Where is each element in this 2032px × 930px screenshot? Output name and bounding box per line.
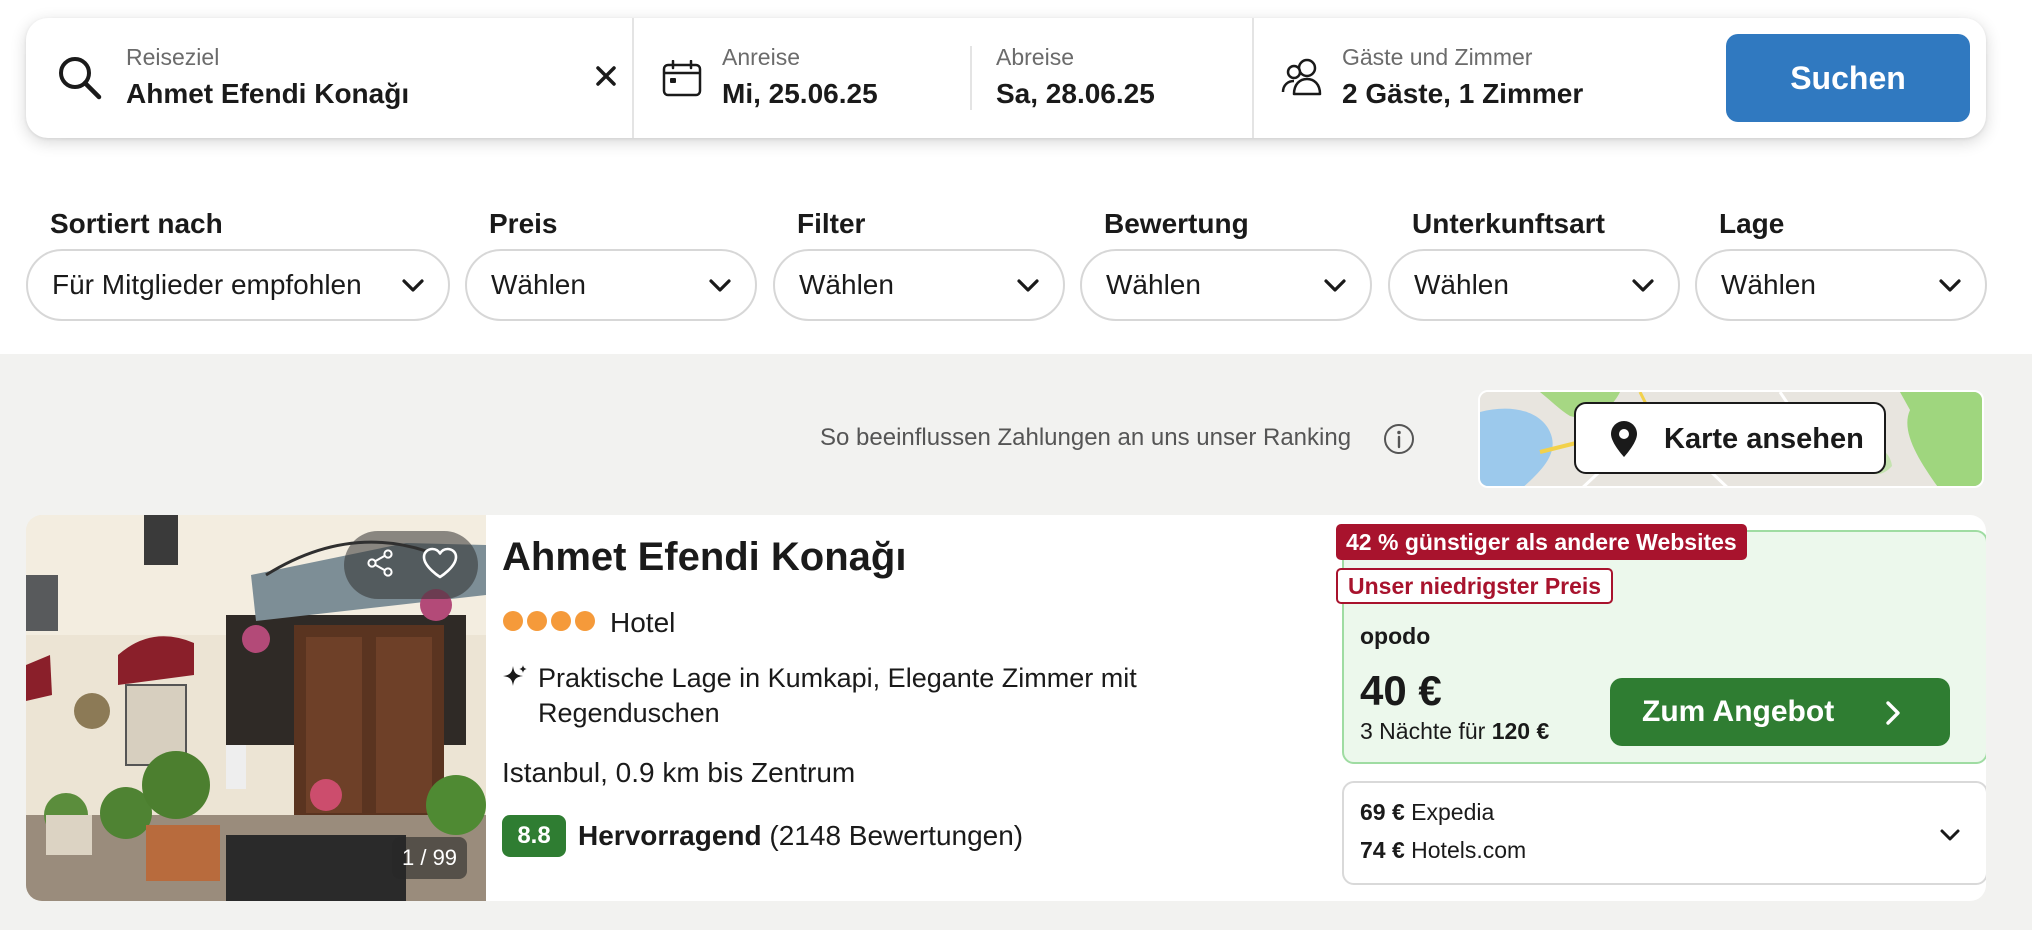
share-button[interactable] xyxy=(356,541,404,589)
filter-select[interactable]: Wählen xyxy=(773,249,1065,321)
star-dot xyxy=(575,611,595,631)
hotel-type: Hotel xyxy=(610,607,676,638)
checkout-value: Sa, 28.06.25 xyxy=(996,78,1155,109)
chevron-down-icon xyxy=(1630,273,1656,306)
checkin-value: Mi, 25.06.25 xyxy=(722,78,878,109)
rating-label: Hervorragend xyxy=(578,820,762,851)
guests-icon xyxy=(1280,56,1326,103)
chevron-down-icon xyxy=(1322,273,1348,306)
heart-icon xyxy=(422,547,458,584)
hotel-highlight: Praktische Lage in Kumkapi, Elegante Zim… xyxy=(538,663,1137,728)
divider xyxy=(1252,18,1254,138)
offer-total: 3 Nächte für 120 € xyxy=(1360,718,1549,745)
close-icon xyxy=(594,64,618,93)
location-filter-select[interactable]: Wählen xyxy=(1695,249,1987,321)
share-icon xyxy=(365,548,395,583)
divider xyxy=(970,46,972,110)
guests-label: Gäste und Zimmer xyxy=(1342,44,1533,70)
location-filter-label: Lage xyxy=(1719,208,1785,239)
chevron-down-icon xyxy=(1937,273,1963,306)
filter-label: Filter xyxy=(797,208,866,239)
favorite-button[interactable] xyxy=(416,541,464,589)
view-map-label: Karte ansehen xyxy=(1664,423,1864,455)
hotel-name[interactable]: Ahmet Efendi Konağı xyxy=(502,535,906,580)
checkin-field[interactable]: Anreise Mi, 25.06.25 xyxy=(722,18,972,138)
offer-total-prefix: 3 Nächte für xyxy=(1360,718,1486,744)
ranking-note: So beeinflussen Zahlungen an uns unser R… xyxy=(820,424,1352,451)
rating-filter-select[interactable]: Wählen xyxy=(1080,249,1372,321)
other-offers-dropdown[interactable]: 69 € Expedia 74 € Hotels.com xyxy=(1342,781,1986,885)
photo-counter: 1 / 99 xyxy=(392,837,468,879)
chevron-down-icon xyxy=(707,273,733,306)
location-filter-value: Wählen xyxy=(1721,269,1816,300)
star-dot xyxy=(503,611,523,631)
clear-destination-button[interactable] xyxy=(562,56,650,100)
search-button[interactable]: Suchen xyxy=(1726,34,1970,122)
checkout-field[interactable]: Abreise Sa, 28.06.25 xyxy=(996,18,1246,138)
view-deal-label: Zum Angebot xyxy=(1642,695,1835,728)
rating-filter-value: Wählen xyxy=(1106,269,1201,300)
chevron-down-icon xyxy=(1938,823,1962,852)
rating-score-badge: 8.8 xyxy=(502,815,566,857)
star-rating xyxy=(503,611,595,631)
offer-total-amount: 120 € xyxy=(1491,718,1550,744)
destination-label: Reiseziel xyxy=(126,44,220,70)
sort-value: Für Mitglieder empfohlen xyxy=(52,269,362,300)
other-offer-provider: Expedia xyxy=(1411,799,1495,825)
other-offer-price: 74 € xyxy=(1360,837,1405,863)
other-offer-row: 74 € Hotels.com xyxy=(1360,837,1526,864)
map-pin-icon xyxy=(1610,420,1638,466)
chevron-down-icon xyxy=(1015,273,1041,306)
calendar-icon xyxy=(662,59,702,103)
rating-filter-label: Bewertung xyxy=(1104,208,1249,239)
star-dot xyxy=(551,611,571,631)
price-filter-select[interactable]: Wählen xyxy=(465,249,757,321)
sort-select[interactable]: Für Mitglieder empfohlen xyxy=(26,249,450,321)
checkin-label: Anreise xyxy=(722,44,800,70)
chevron-down-icon xyxy=(400,273,426,306)
view-deal-button[interactable]: Zum Angebot xyxy=(1610,678,1950,746)
hotel-result-card[interactable]: 1 / 99 Ahmet Efendi Konağı Hotel Praktis… xyxy=(26,515,1986,901)
property-type-value: Wählen xyxy=(1414,269,1509,300)
property-type-label: Unterkunftsart xyxy=(1412,208,1605,239)
search-icon xyxy=(56,54,104,107)
price-filter-value: Wählen xyxy=(491,269,586,300)
star-dot xyxy=(527,611,547,631)
other-offer-row: 69 € Expedia xyxy=(1360,799,1494,826)
filter-value: Wählen xyxy=(799,269,894,300)
hotel-photo[interactable]: 1 / 99 xyxy=(26,515,486,901)
chevron-right-icon xyxy=(1884,700,1902,734)
sort-label: Sortiert nach xyxy=(50,208,223,239)
guests-value: 2 Gäste, 1 Zimmer xyxy=(1342,78,1584,109)
checkout-label: Abreise xyxy=(996,44,1074,70)
guests-field[interactable]: Gäste und Zimmer 2 Gäste, 1 Zimmer xyxy=(1342,18,1702,138)
offer-provider: opodo xyxy=(1360,623,1431,649)
divider xyxy=(632,18,634,138)
destination-value: Ahmet Efendi Konağı xyxy=(126,78,410,109)
view-map-button[interactable]: Karte ansehen xyxy=(1574,402,1886,474)
rating-summary[interactable]: Hervorragend (2148 Bewertungen) xyxy=(578,820,1023,852)
property-type-select[interactable]: Wählen xyxy=(1388,249,1680,321)
search-bar: Reiseziel Ahmet Efendi Konağı Anreise Mi… xyxy=(26,18,1986,138)
other-offer-price: 69 € xyxy=(1360,799,1405,825)
photo-actions xyxy=(344,531,478,599)
lowest-price-badge: Unser niedrigster Preis xyxy=(1336,568,1614,604)
other-offer-provider: Hotels.com xyxy=(1411,837,1527,863)
rating-count: (2148 Bewertungen) xyxy=(769,820,1024,851)
destination-field[interactable]: Reiseziel Ahmet Efendi Konağı xyxy=(126,18,546,138)
discount-badge: 42 % günstiger als andere Websites xyxy=(1336,524,1747,560)
info-icon[interactable] xyxy=(1383,423,1415,460)
hotel-location: Istanbul, 0.9 km bis Zentrum xyxy=(502,757,856,788)
sparkle-icon xyxy=(502,664,528,695)
price-filter-label: Preis xyxy=(489,208,558,239)
offer-price: 40 € xyxy=(1360,667,1442,714)
